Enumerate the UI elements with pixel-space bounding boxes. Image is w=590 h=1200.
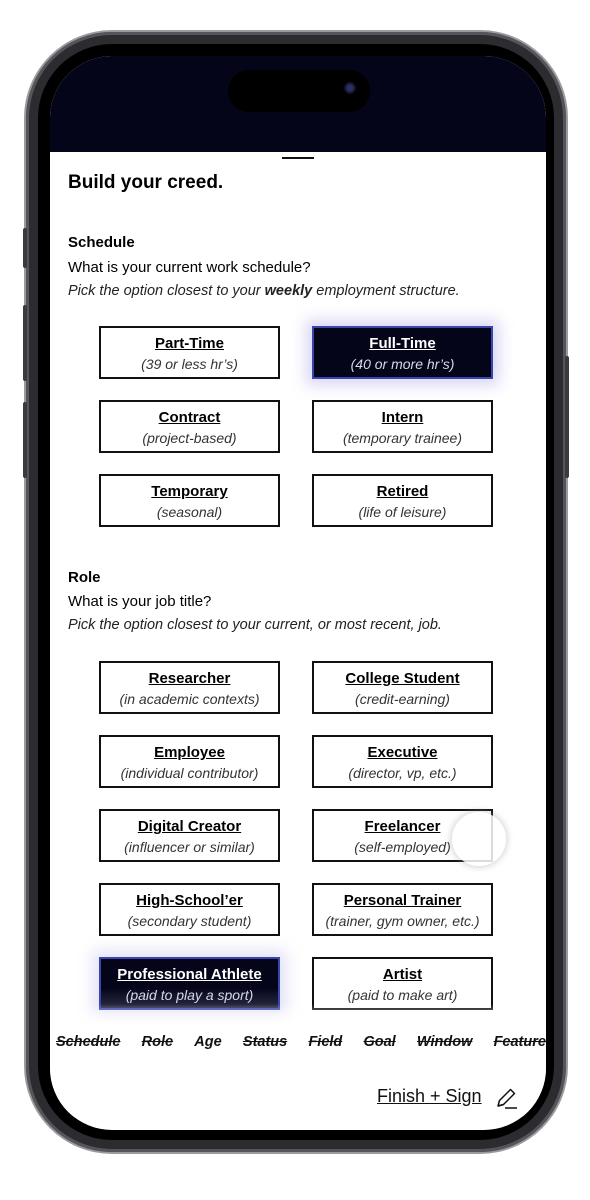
role-question: What is your job title? <box>68 593 212 610</box>
option-subtitle: (temporary trainee) <box>342 430 463 446</box>
option-title: Contract <box>158 409 221 426</box>
role-hint: Pick the option closest to your current,… <box>68 617 442 633</box>
step-schedule[interactable]: Schedule <box>56 1034 120 1050</box>
option-title: Retired <box>376 483 429 500</box>
role-heading: Role <box>68 569 101 586</box>
option-digital-creator[interactable]: Digital Creator (influencer or similar) <box>99 809 280 862</box>
step-age[interactable]: Age <box>194 1034 221 1050</box>
option-subtitle: (40 or more hr’s) <box>350 356 455 372</box>
option-title: Intern <box>381 409 424 426</box>
step-field[interactable]: Field <box>308 1034 342 1050</box>
option-contract[interactable]: Contract (project-based) <box>99 400 280 453</box>
option-subtitle: (secondary student) <box>127 913 252 929</box>
option-title: Executive <box>367 744 438 761</box>
step-feature[interactable]: Feature <box>494 1034 546 1050</box>
option-title: Researcher <box>148 670 231 687</box>
option-subtitle: (paid to make art) <box>347 987 458 1003</box>
option-title: College Student <box>345 670 460 687</box>
option-employee[interactable]: Employee (individual contributor) <box>99 735 280 788</box>
touch-indicator <box>452 812 506 866</box>
step-role[interactable]: Role <box>142 1034 173 1050</box>
option-researcher[interactable]: Researcher (in academic contexts) <box>99 661 280 714</box>
page-title: Build your creed. <box>68 172 224 193</box>
option-subtitle: (life of leisure) <box>358 504 447 520</box>
option-title: Artist <box>382 966 423 983</box>
option-title: Full-Time <box>369 335 436 352</box>
option-title: Professional Athlete <box>117 966 262 983</box>
sheet-grabber[interactable] <box>282 157 314 159</box>
option-subtitle: (paid to play a sport) <box>125 987 254 1003</box>
option-professional-athlete[interactable]: Professional Athlete (paid to play a spo… <box>99 957 280 1010</box>
option-title: Digital Creator <box>137 818 242 835</box>
power-button <box>565 356 569 478</box>
option-high-schooler[interactable]: High-School’er (secondary student) <box>99 883 280 936</box>
option-subtitle: (trainer, gym owner, etc.) <box>325 913 480 929</box>
option-subtitle: (39 or less hr’s) <box>141 356 238 372</box>
finish-sign-button[interactable]: Finish + Sign <box>377 1086 482 1107</box>
option-subtitle: (seasonal) <box>156 504 223 520</box>
option-intern[interactable]: Intern (temporary trainee) <box>312 400 493 453</box>
option-title: Temporary <box>151 483 228 500</box>
scroll-fade <box>50 1004 546 1030</box>
option-executive[interactable]: Executive (director, vp, etc.) <box>312 735 493 788</box>
step-goal[interactable]: Goal <box>363 1034 395 1050</box>
option-retired[interactable]: Retired (life of leisure) <box>312 474 493 527</box>
pencil-icon[interactable] <box>494 1086 518 1110</box>
step-status[interactable]: Status <box>243 1034 287 1050</box>
option-title: Employee <box>154 744 225 761</box>
option-title: Personal Trainer <box>343 892 462 909</box>
option-subtitle: (credit-earning) <box>355 691 450 707</box>
option-title: High-School’er <box>136 892 243 909</box>
option-subtitle: (influencer or similar) <box>124 839 255 855</box>
option-subtitle: (individual contributor) <box>120 765 259 781</box>
option-artist[interactable]: Artist (paid to make art) <box>312 957 493 1010</box>
option-full-time[interactable]: Full-Time (40 or more hr’s) <box>312 326 493 379</box>
option-part-time[interactable]: Part-Time (39 or less hr’s) <box>99 326 280 379</box>
option-college-student[interactable]: College Student (credit-earning) <box>312 661 493 714</box>
step-window[interactable]: Window <box>417 1034 472 1050</box>
silent-switch <box>23 228 27 268</box>
option-subtitle: (project-based) <box>142 430 237 446</box>
option-personal-trainer[interactable]: Personal Trainer (trainer, gym owner, et… <box>312 883 493 936</box>
screen: Build your creed. Schedule What is your … <box>50 56 546 1130</box>
option-subtitle: (director, vp, etc.) <box>348 765 457 781</box>
option-title: Part-Time <box>155 335 224 352</box>
option-subtitle: (in academic contexts) <box>119 691 260 707</box>
step-progress: Schedule Role Age Status Field Goal Wind… <box>56 1034 546 1050</box>
volume-up-button <box>23 305 27 381</box>
volume-down-button <box>23 402 27 478</box>
schedule-heading: Schedule <box>68 234 135 251</box>
camera-icon <box>344 82 356 94</box>
schedule-question: What is your current work schedule? <box>68 259 311 276</box>
schedule-hint: Pick the option closest to your weekly e… <box>68 283 460 299</box>
option-temporary[interactable]: Temporary (seasonal) <box>99 474 280 527</box>
